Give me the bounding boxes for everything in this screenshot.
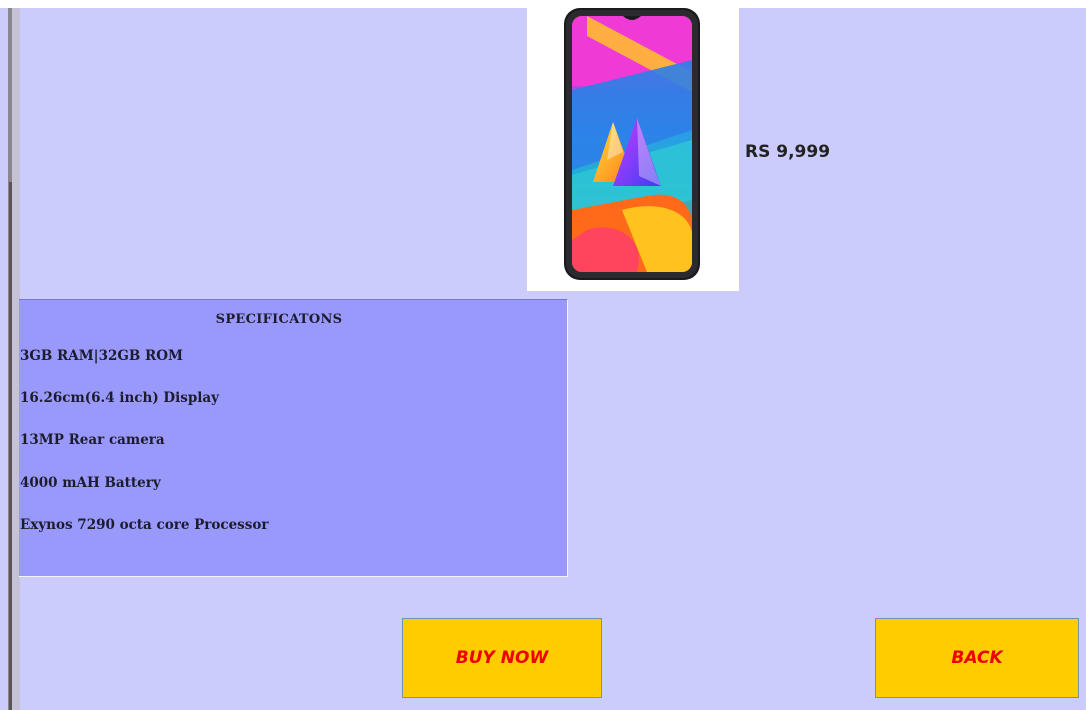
smartphone-icon — [564, 8, 700, 280]
spec-item-memory: 3GB RAM|32GB ROM — [20, 348, 183, 364]
buy-now-button[interactable]: BUY NOW — [402, 618, 602, 698]
product-window: RS 9,999 SPECIFICATONS 3GB RAM|32GB ROM … — [0, 0, 1086, 710]
window-left-border — [0, 8, 20, 710]
product-price: RS 9,999 — [745, 142, 831, 162]
spec-item-battery: 4000 mAH Battery — [20, 475, 161, 491]
spec-item-processor: Exynos 7290 octa core Processor — [20, 517, 269, 533]
specifications-title: SPECIFICATONS — [215, 312, 343, 327]
specifications-panel: SPECIFICATONS 3GB RAM|32GB ROM 16.26cm(6… — [19, 299, 568, 577]
spec-item-display: 16.26cm(6.4 inch) Display — [20, 390, 220, 406]
product-image — [527, 0, 739, 291]
back-button[interactable]: BACK — [875, 618, 1079, 698]
spec-item-camera: 13MP Rear camera — [20, 432, 165, 448]
